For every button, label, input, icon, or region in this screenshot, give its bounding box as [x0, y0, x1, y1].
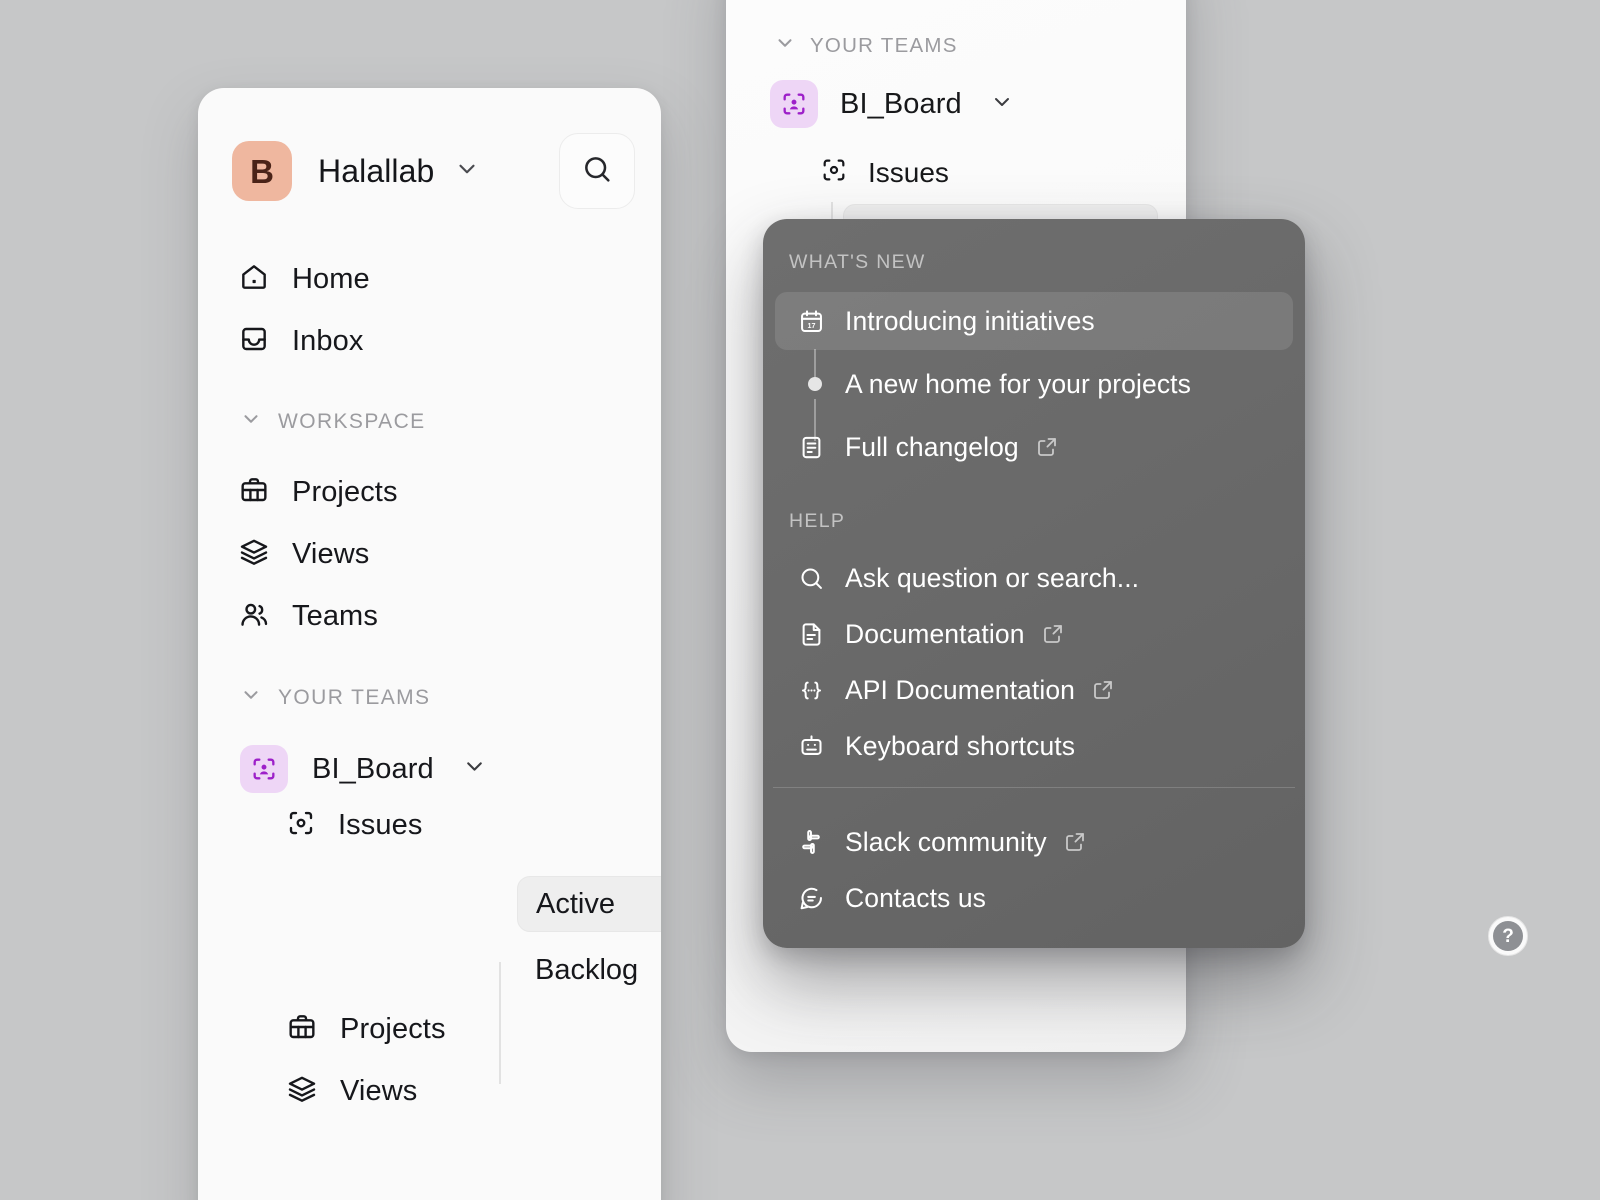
bg-issues-label: Issues: [868, 156, 949, 188]
menu-item-new-home-projects[interactable]: A new home for your projects: [775, 355, 1293, 413]
file-text-icon: [791, 621, 831, 648]
chevron-down-icon: [240, 684, 262, 711]
sidebar-item-issues[interactable]: Issues: [286, 808, 422, 843]
sidebar-item-projects-label: Projects: [292, 476, 398, 508]
menu-item-contacts-us-label: Contacts us: [845, 882, 987, 913]
person-frame-icon: [770, 80, 818, 128]
sidebar-subitem-active[interactable]: Active: [517, 876, 661, 932]
workspace-header: B Halallab: [232, 133, 635, 209]
sidebar-item-issues-label: Issues: [338, 809, 423, 841]
svg-text:17: 17: [807, 320, 815, 329]
inbox-icon: [238, 323, 270, 360]
help-popup-menu: WHAT'S NEW 17 Introducing initiatives A …: [763, 219, 1305, 948]
tree-guide-line: [499, 962, 501, 1084]
external-link-icon: [1035, 435, 1059, 459]
menu-item-slack-community[interactable]: Slack community: [775, 813, 1293, 871]
menu-item-keyboard-shortcuts[interactable]: Keyboard shortcuts: [775, 717, 1293, 775]
search-icon: [581, 153, 613, 190]
briefcase-icon: [286, 1011, 318, 1048]
sidebar-item-teams-label: Teams: [292, 600, 378, 632]
workspace-group-header[interactable]: WORKSPACE: [240, 408, 426, 435]
sidebar-item-inbox[interactable]: Inbox: [238, 323, 363, 360]
bg-your-teams-label: YOUR TEAMS: [810, 33, 958, 57]
bg-your-teams-group-header[interactable]: YOUR TEAMS: [774, 32, 958, 59]
help-fab-button[interactable]: ?: [1488, 916, 1528, 956]
home-icon: [238, 261, 270, 298]
keyboard-icon: [791, 733, 831, 760]
primary-sidebar-panel: B Halallab Home Inbox WORKSPACE Projects…: [198, 88, 661, 1200]
external-link-icon: [1091, 678, 1115, 702]
menu-item-keyboard-shortcuts-label: Keyboard shortcuts: [845, 730, 1076, 761]
sidebar-team-item-views-label: Views: [340, 1075, 418, 1107]
menu-item-slack-community-label: Slack community: [845, 826, 1047, 857]
sidebar-item-views-label: Views: [292, 538, 370, 570]
external-link-icon: [1063, 830, 1087, 854]
layers-icon: [286, 1073, 318, 1110]
chevron-down-icon: [774, 32, 796, 59]
sidebar-item-teams[interactable]: Teams: [238, 598, 378, 635]
target-frame-icon: [820, 156, 848, 189]
menu-item-ask-question-label: Ask question or search...: [845, 562, 1140, 593]
external-link-icon: [1041, 622, 1065, 646]
avatar-initial: B: [250, 152, 274, 190]
search-button[interactable]: [559, 133, 635, 209]
sidebar-team-item-views[interactable]: Views: [286, 1073, 417, 1110]
person-frame-icon: [240, 745, 288, 793]
briefcase-icon: [238, 474, 270, 511]
workspace-name: Halallab: [318, 152, 435, 189]
document-lines-icon: [791, 434, 831, 461]
sidebar-item-projects[interactable]: Projects: [238, 474, 398, 511]
workspace-group-label: WORKSPACE: [278, 409, 426, 433]
target-frame-icon: [286, 808, 316, 843]
sidebar-item-inbox-label: Inbox: [292, 325, 364, 357]
sidebar-team-item-projects[interactable]: Projects: [286, 1011, 446, 1048]
menu-item-introducing-initiatives[interactable]: 17 Introducing initiatives: [775, 292, 1293, 350]
your-teams-group-label: YOUR TEAMS: [278, 685, 431, 709]
help-section-label: HELP: [789, 510, 846, 532]
sidebar-item-home[interactable]: Home: [238, 261, 370, 298]
chevron-down-icon[interactable]: [454, 156, 480, 187]
sidebar-team-name: BI_Board: [312, 752, 434, 785]
menu-item-api-documentation[interactable]: API Documentation: [775, 661, 1293, 719]
menu-item-documentation-label: Documentation: [845, 618, 1025, 649]
menu-divider: [773, 787, 1295, 788]
app-screen: YOUR TEAMS BI_Board Issues ? B Halallab …: [0, 0, 1600, 1200]
menu-item-documentation[interactable]: Documentation: [775, 605, 1293, 663]
menu-item-contacts-us[interactable]: Contacts us: [775, 869, 1293, 927]
question-mark-icon: ?: [1493, 921, 1523, 951]
bg-team-name: BI_Board: [840, 87, 962, 120]
sidebar-team-item-projects-label: Projects: [340, 1013, 446, 1045]
menu-item-new-home-projects-label: A new home for your projects: [845, 368, 1191, 399]
menu-item-introducing-initiatives-label: Introducing initiatives: [845, 305, 1095, 336]
layers-icon: [238, 536, 270, 573]
slack-icon: [791, 829, 831, 855]
chevron-down-icon: [240, 408, 262, 435]
bg-team-row[interactable]: BI_Board: [770, 80, 1014, 128]
sidebar-team-bi-board[interactable]: BI_Board: [240, 745, 487, 793]
chevron-down-icon: [990, 90, 1014, 119]
sidebar-item-views[interactable]: Views: [238, 536, 369, 573]
your-teams-group-header[interactable]: YOUR TEAMS: [240, 684, 430, 711]
chevron-down-icon[interactable]: [462, 754, 487, 784]
menu-item-full-changelog-label: Full changelog: [845, 431, 1019, 462]
menu-item-ask-question[interactable]: Ask question or search...: [775, 549, 1293, 607]
sidebar-item-home-label: Home: [292, 263, 370, 295]
bg-issues-item[interactable]: Issues: [820, 156, 949, 189]
calendar-17-icon: 17: [791, 308, 831, 335]
sidebar-subitem-backlog[interactable]: Backlog: [517, 942, 661, 998]
users-icon: [238, 598, 270, 635]
menu-item-full-changelog[interactable]: Full changelog: [775, 418, 1293, 476]
search-icon: [791, 565, 831, 592]
menu-item-api-documentation-label: API Documentation: [845, 674, 1076, 705]
curly-braces-icon: [791, 677, 831, 704]
sidebar-subitem-backlog-label: Backlog: [535, 953, 639, 986]
sidebar-subitem-active-label: Active: [536, 887, 615, 920]
workspace-avatar[interactable]: B: [232, 141, 292, 201]
whats-new-section-label: WHAT'S NEW: [789, 251, 926, 273]
chat-bubble-icon: [791, 885, 831, 912]
